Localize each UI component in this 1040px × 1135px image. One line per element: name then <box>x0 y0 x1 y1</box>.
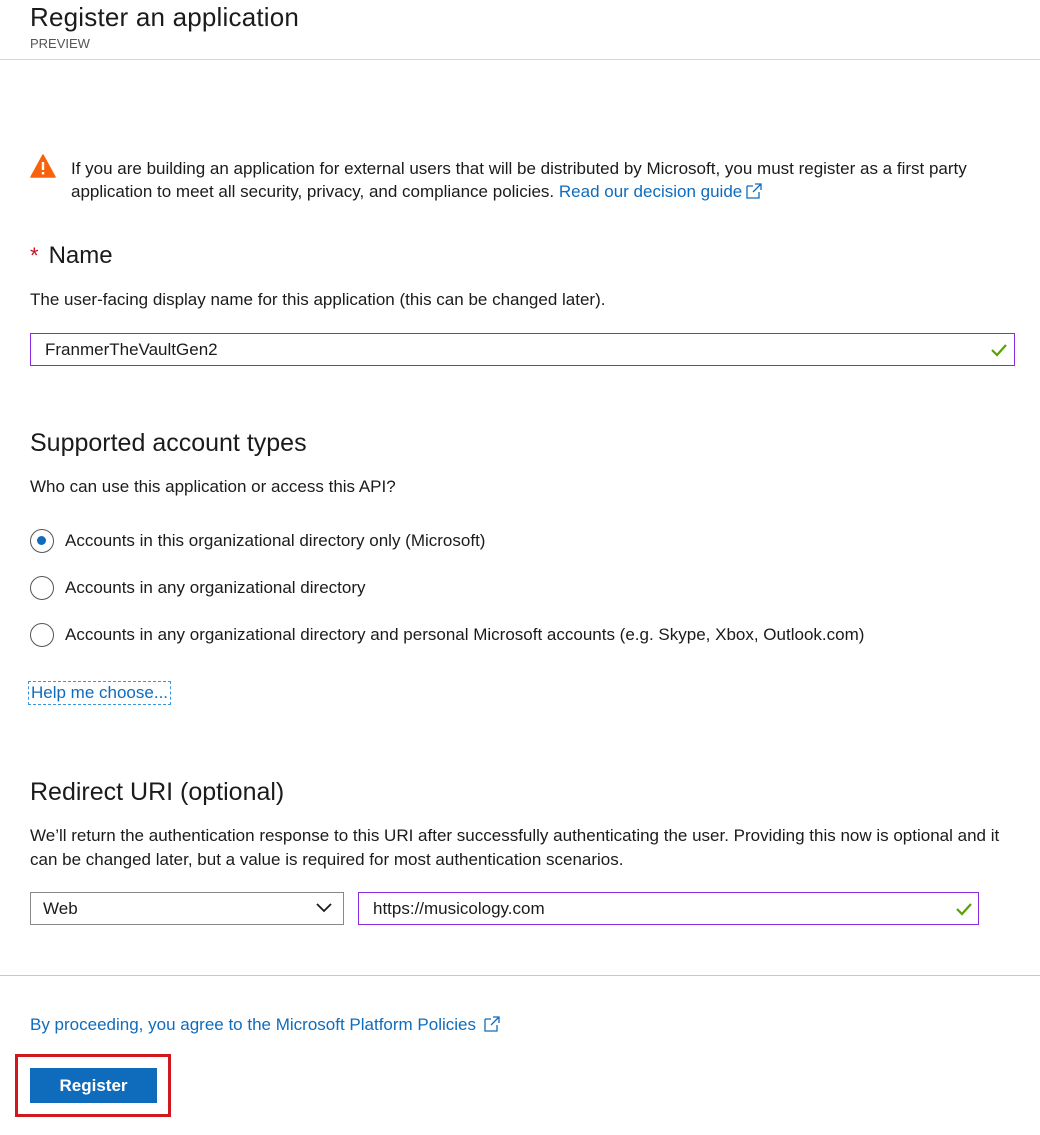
redirect-uri-input[interactable]: https://musicology.com <box>358 892 979 925</box>
account-types-description: Who can use this application or access t… <box>30 477 396 496</box>
name-input-value: FranmerTheVaultGen2 <box>45 340 218 359</box>
radio-button[interactable] <box>30 576 54 600</box>
external-link-icon <box>484 1016 500 1032</box>
account-type-option-multi-tenant-personal[interactable]: Accounts in any organizational directory… <box>30 623 864 647</box>
valid-check-icon <box>956 903 972 916</box>
radio-button-selected[interactable] <box>30 529 54 553</box>
radio-label: Accounts in any organizational directory… <box>65 625 865 644</box>
warning-icon <box>30 154 56 178</box>
platform-policies-link[interactable]: By proceeding, you agree to the Microsof… <box>30 1015 500 1035</box>
radio-label: Accounts in this organizational director… <box>65 531 486 550</box>
account-type-option-single-tenant[interactable]: Accounts in this organizational director… <box>30 529 485 553</box>
external-link-icon <box>746 183 762 199</box>
radio-label: Accounts in any organizational directory <box>65 578 366 597</box>
redirect-uri-heading: Redirect URI (optional) <box>30 778 285 806</box>
platform-select-value: Web <box>43 899 78 918</box>
valid-check-icon <box>991 344 1007 357</box>
required-marker: * <box>30 243 39 268</box>
redirect-uri-input-value: https://musicology.com <box>373 899 545 918</box>
redirect-uri-description: We’ll return the authentication response… <box>30 826 1000 869</box>
name-description: The user-facing display name for this ap… <box>30 290 606 309</box>
account-type-option-multi-tenant[interactable]: Accounts in any organizational directory <box>30 576 366 600</box>
radio-button[interactable] <box>30 623 54 647</box>
preview-badge: PREVIEW <box>30 36 90 51</box>
platform-select[interactable]: Web <box>30 892 344 925</box>
name-heading: * Name <box>30 242 113 270</box>
chevron-down-icon <box>316 903 332 913</box>
name-input[interactable]: FranmerTheVaultGen2 <box>30 333 1015 366</box>
decision-guide-link[interactable]: Read our decision guide <box>559 182 762 201</box>
register-button[interactable]: Register <box>30 1068 157 1103</box>
warning-message: If you are building an application for e… <box>71 157 1021 203</box>
page-title: Register an application <box>30 2 300 32</box>
warning-text: If you are building an application for e… <box>71 159 967 201</box>
account-types-heading: Supported account types <box>30 429 307 457</box>
name-heading-label: Name <box>48 242 113 269</box>
help-me-choose-link[interactable]: Help me choose... <box>27 681 172 705</box>
header-divider <box>0 59 1040 60</box>
footer-divider <box>0 975 1040 976</box>
platform-policies-link-label: By proceeding, you agree to the Microsof… <box>30 1015 476 1034</box>
decision-guide-link-label: Read our decision guide <box>558 182 743 201</box>
